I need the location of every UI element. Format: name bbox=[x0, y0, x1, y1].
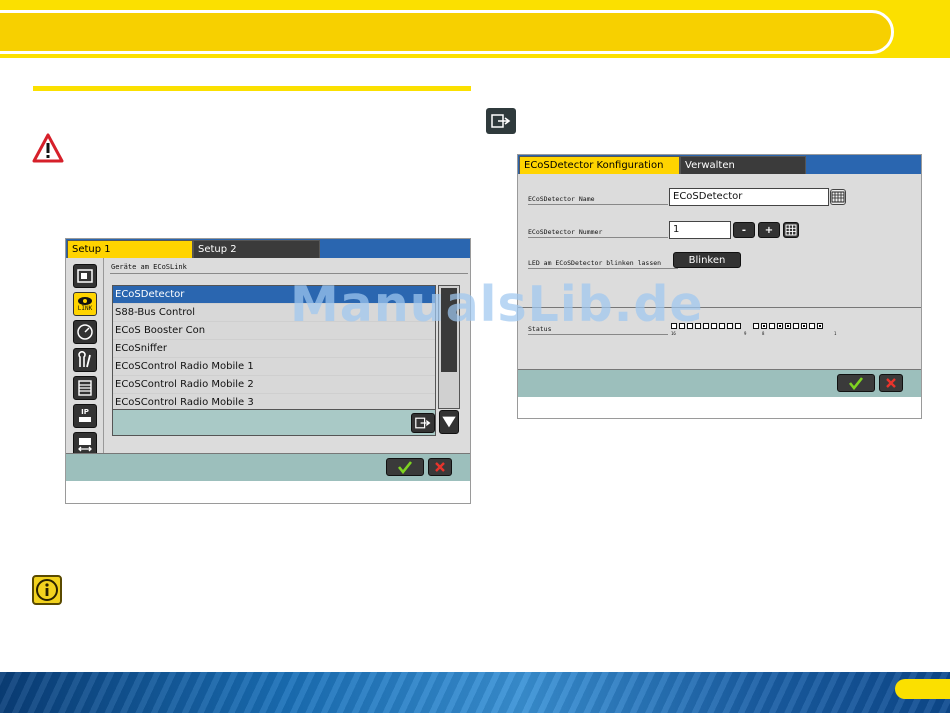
heading-divider bbox=[110, 273, 468, 274]
list-scrollbar[interactable] bbox=[438, 285, 460, 409]
status-led bbox=[679, 323, 685, 329]
list-item[interactable]: ECoSniffer bbox=[113, 340, 435, 358]
list-item[interactable]: S88-Bus Control bbox=[113, 304, 435, 322]
status-led bbox=[761, 323, 767, 329]
status-led bbox=[735, 323, 741, 329]
ip-network-icon[interactable]: IP bbox=[73, 404, 97, 428]
tab-setup-2[interactable]: Setup 2 bbox=[193, 240, 320, 258]
decrement-button[interactable]: - bbox=[733, 222, 755, 238]
ok-button[interactable] bbox=[837, 374, 875, 392]
status-divider bbox=[518, 307, 921, 308]
status-group-1 bbox=[671, 323, 743, 329]
cancel-button[interactable] bbox=[879, 374, 903, 392]
increment-button[interactable]: + bbox=[758, 222, 780, 238]
list-item[interactable]: ECoSControl Radio Mobile 2 bbox=[113, 376, 435, 394]
triangle-down-icon bbox=[442, 416, 456, 428]
tab-verwalten[interactable]: Verwalten bbox=[680, 156, 806, 174]
numpad-icon bbox=[785, 224, 797, 236]
status-number-9: 9 bbox=[744, 331, 747, 336]
status-group-2 bbox=[753, 323, 825, 329]
status-led bbox=[719, 323, 725, 329]
status-led bbox=[695, 323, 701, 329]
ok-button[interactable] bbox=[386, 458, 424, 476]
status-led bbox=[793, 323, 799, 329]
tab-detector-konfiguration[interactable]: ECoSDetector Konfiguration bbox=[519, 156, 680, 174]
setup-footer bbox=[66, 453, 470, 481]
detector-name-label: ECoSDetector Name bbox=[528, 195, 668, 205]
status-led bbox=[785, 323, 791, 329]
status-number-8: 8 bbox=[762, 331, 765, 336]
status-led bbox=[671, 323, 677, 329]
scroll-down-button[interactable] bbox=[439, 410, 459, 434]
status-led bbox=[817, 323, 823, 329]
panel-heading: Geräte am ECoSLink bbox=[111, 263, 187, 271]
checkmark-icon bbox=[397, 461, 413, 474]
list-item[interactable]: ECoS Booster Con bbox=[113, 322, 435, 340]
detector-name-input[interactable]: ECoSDetector bbox=[669, 188, 829, 206]
status-label: Status bbox=[528, 325, 668, 335]
config-tab-bar: ECoSDetector Konfiguration Verwalten bbox=[518, 155, 921, 174]
status-number-16: 16 bbox=[671, 331, 676, 336]
ip-icon-text: IP bbox=[81, 408, 89, 416]
status-led bbox=[801, 323, 807, 329]
link-icon-text: LINK bbox=[77, 305, 93, 312]
scrollbar-thumb[interactable] bbox=[441, 288, 457, 372]
numpad-button[interactable] bbox=[783, 222, 799, 238]
list-icon[interactable] bbox=[73, 376, 97, 400]
keyboard-icon bbox=[831, 191, 845, 203]
tab-setup-1[interactable]: Setup 1 bbox=[67, 240, 193, 258]
led-blink-label: LED am ECoSDetector blinken lassen bbox=[528, 259, 678, 269]
list-item[interactable]: ECoSControl Radio Mobile 1 bbox=[113, 358, 435, 376]
status-led bbox=[769, 323, 775, 329]
cancel-button[interactable] bbox=[428, 458, 452, 476]
exit-arrow-icon bbox=[486, 108, 516, 134]
section-divider-line bbox=[33, 86, 471, 91]
detector-number-input[interactable]: 1 bbox=[669, 221, 731, 239]
status-led bbox=[753, 323, 759, 329]
open-device-button[interactable] bbox=[411, 413, 435, 433]
status-led bbox=[703, 323, 709, 329]
blink-button[interactable]: Blinken bbox=[673, 252, 741, 268]
keyboard-button[interactable] bbox=[830, 189, 846, 205]
exit-arrow-icon bbox=[415, 417, 431, 429]
bottom-decor-band bbox=[0, 672, 950, 713]
status-led bbox=[809, 323, 815, 329]
warning-icon bbox=[32, 133, 64, 163]
list-item[interactable]: ECoSDetector bbox=[113, 286, 435, 304]
status-led bbox=[777, 323, 783, 329]
link-icon[interactable]: LINK bbox=[73, 292, 97, 316]
status-led bbox=[687, 323, 693, 329]
detector-number-label: ECoSDetector Nummer bbox=[528, 228, 668, 238]
tools-icon[interactable] bbox=[73, 348, 97, 372]
page-number-pill bbox=[895, 679, 950, 699]
list-footer bbox=[112, 410, 436, 436]
setup-tab-bar: Setup 1 Setup 2 bbox=[66, 239, 470, 258]
checkmark-icon bbox=[848, 377, 864, 390]
setup-sidebar: LINK IP bbox=[66, 258, 104, 456]
config-footer bbox=[518, 369, 921, 397]
status-number-1: 1 bbox=[834, 331, 837, 336]
detector-config-screen: ECoSDetector Konfiguration Verwalten ECo… bbox=[517, 154, 922, 419]
status-indicator-row bbox=[671, 323, 825, 329]
close-icon bbox=[435, 462, 445, 472]
status-led bbox=[727, 323, 733, 329]
device-list: ECoSDetector S88-Bus Control ECoS Booste… bbox=[112, 285, 436, 412]
setup-screen: Setup 1 Setup 2 LINK IP Geräte am ECoSLi… bbox=[65, 238, 471, 504]
info-icon bbox=[32, 575, 62, 605]
close-icon bbox=[886, 378, 896, 388]
status-led bbox=[711, 323, 717, 329]
gauge-icon[interactable] bbox=[73, 320, 97, 344]
top-header-pill bbox=[0, 10, 894, 54]
ecos-device-icon[interactable] bbox=[73, 264, 97, 288]
